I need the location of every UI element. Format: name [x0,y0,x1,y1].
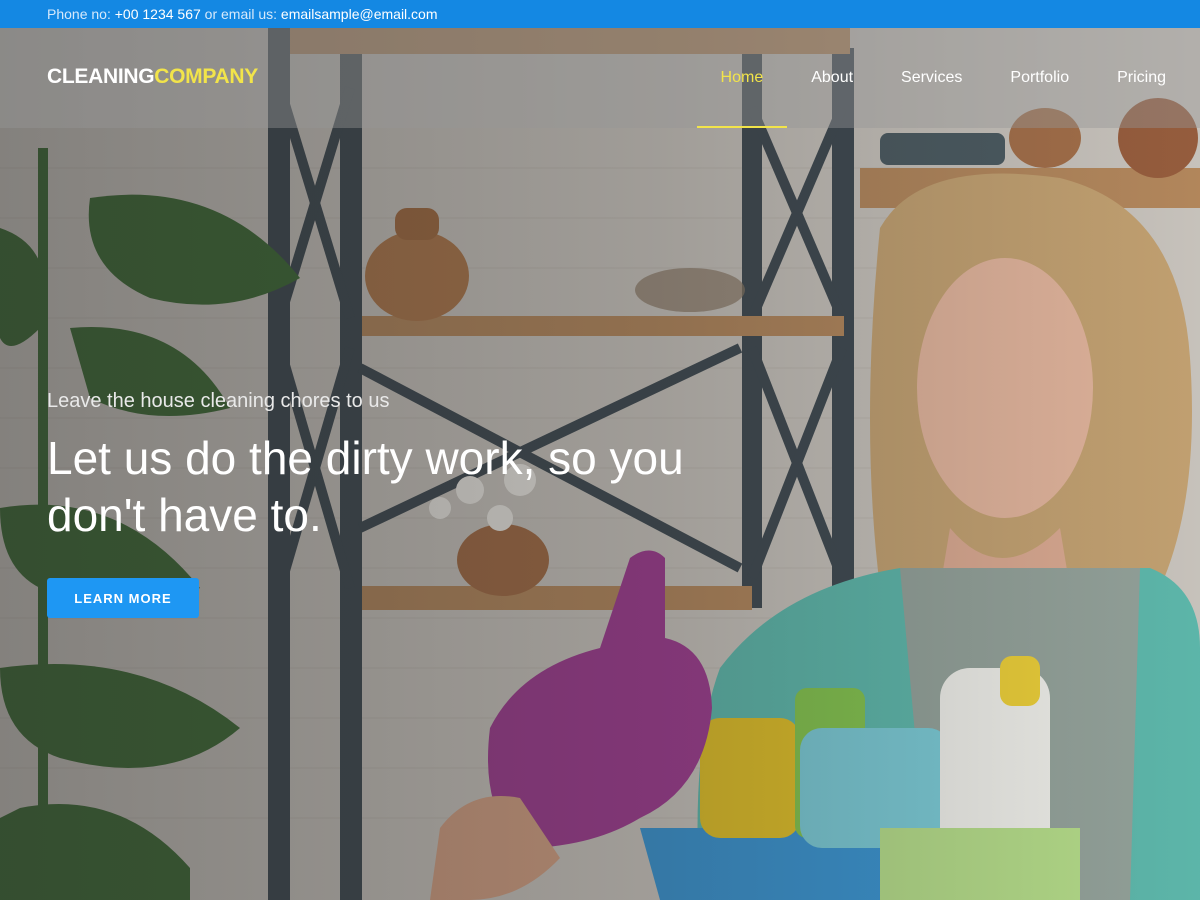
hero-headline: Let us do the dirty work, so you don't h… [47,432,684,541]
brand-logo[interactable]: CLEANINGCOMPANY [47,65,258,89]
nav-item-home[interactable]: Home [696,28,788,128]
learn-more-button[interactable]: LEARN MORE [47,578,199,618]
nav-item-services[interactable]: Services [877,28,986,128]
brand-name-part1: CLEANING [47,65,155,88]
email-address[interactable]: emailsample@email.com [281,6,438,22]
phone-label: Phone no: [47,6,115,22]
email-label: or email us: [200,6,281,22]
main-nav: Home About Services Portfolio Pricing [696,28,1200,128]
brand-name-part2: COMPANY [154,65,258,88]
contact-bar: Phone no: +00 1234 567 or email us: emai… [0,0,1200,28]
site-header: CLEANINGCOMPANY Home About Services Port… [0,28,1200,128]
phone-number[interactable]: +00 1234 567 [115,6,201,22]
nav-item-about[interactable]: About [787,28,877,128]
nav-item-pricing[interactable]: Pricing [1093,28,1200,128]
hero-content: Leave the house cleaning chores to us Le… [47,388,767,618]
nav-item-portfolio[interactable]: Portfolio [986,28,1093,128]
hero-tagline: Leave the house cleaning chores to us [47,390,390,412]
